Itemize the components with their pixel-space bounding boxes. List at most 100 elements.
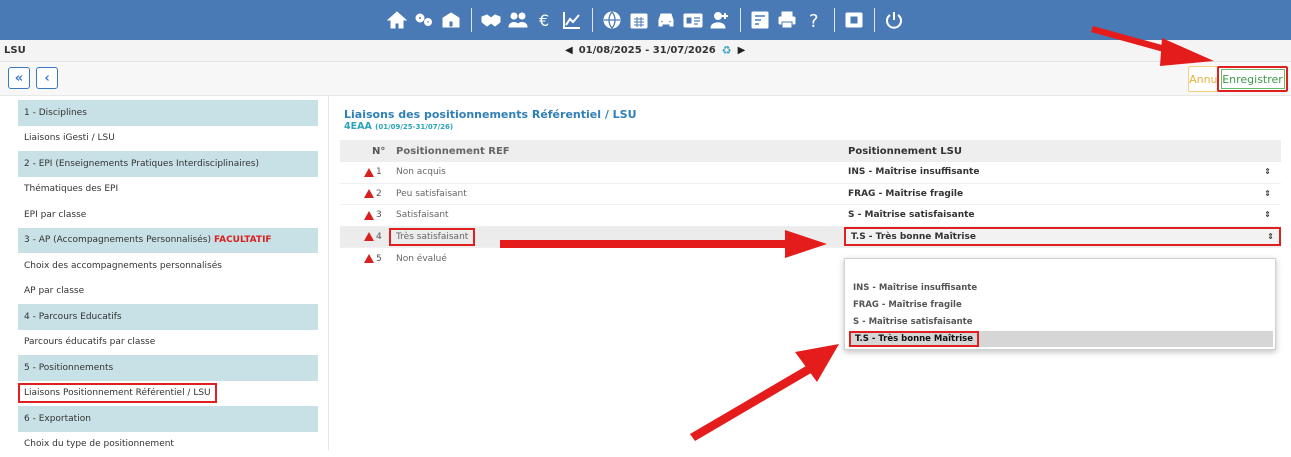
table-header: N° Positionnement REF Positionnement LSU bbox=[340, 140, 1281, 162]
ref-positionnement: Non évalué bbox=[396, 254, 848, 264]
lsu-select-value: INS - Maîtrise insuffisante bbox=[848, 167, 979, 177]
dropdown-option[interactable]: INS - Maîtrise insuffisante bbox=[853, 283, 977, 293]
lsu-select[interactable]: S - Maîtrise satisfaisante ⇕ bbox=[848, 210, 1281, 220]
sidebar-section-parcours[interactable]: 4 - Parcours Educatifs bbox=[18, 304, 318, 330]
topbar-group-people: € bbox=[478, 6, 586, 34]
save-button[interactable]: Enregistrer bbox=[1217, 66, 1288, 92]
fullscreen-icon[interactable] bbox=[841, 6, 868, 34]
euro-icon[interactable]: € bbox=[532, 6, 559, 34]
warning-icon bbox=[364, 168, 374, 177]
cogs-icon[interactable] bbox=[411, 6, 438, 34]
topbar-group-tools: ? bbox=[747, 6, 828, 34]
row-number: 5 bbox=[376, 254, 382, 264]
page-title: Liaisons des positionnements Référentiel… bbox=[344, 108, 637, 121]
column-header-num: N° bbox=[340, 146, 396, 157]
row-number: 1 bbox=[376, 167, 382, 177]
ref-positionnement: Très satisfaisant bbox=[389, 228, 475, 246]
row-number: 4 bbox=[376, 232, 382, 242]
dropdown-option[interactable]: S - Maîtrise satisfaisante bbox=[853, 317, 972, 327]
sidebar-section-epi[interactable]: 2 - EPI (Enseignements Pratiques Interdi… bbox=[18, 151, 318, 177]
topbar-group-general bbox=[384, 6, 465, 34]
topbar-separator bbox=[740, 8, 741, 32]
select-arrows-icon: ⇕ bbox=[1264, 167, 1271, 177]
car-icon[interactable] bbox=[653, 6, 680, 34]
lsu-select[interactable]: T.S - Très bonne Maîtrise ⇕ bbox=[844, 227, 1281, 246]
lsu-select-value: T.S - Très bonne Maîtrise bbox=[851, 232, 976, 242]
id-card-icon[interactable] bbox=[680, 6, 707, 34]
top-navigation-bar: € ? bbox=[0, 0, 1291, 40]
class-dates: (01/09/25-31/07/26) bbox=[375, 123, 453, 131]
class-code: 4EAA bbox=[344, 121, 372, 132]
sidebar-item-choix-accompagnements[interactable]: Choix des accompagnements personnalisés bbox=[18, 253, 318, 279]
ref-positionnement: Non acquis bbox=[396, 167, 848, 177]
period-selector: ◀ 01/08/2025 - 31/07/2026 ♻ ▶ bbox=[565, 44, 745, 57]
sidebar-section-positionnements[interactable]: 5 - Positionnements bbox=[18, 355, 318, 381]
home-icon[interactable] bbox=[384, 6, 411, 34]
dropdown-option-selected-label: T.S - Très bonne Maîtrise bbox=[849, 331, 979, 347]
triangle-right-icon[interactable]: ▶ bbox=[738, 45, 746, 56]
row-number: 2 bbox=[376, 189, 382, 199]
topbar-separator bbox=[471, 8, 472, 32]
sidebar-item-liaisons-igesti[interactable]: Liaisons iGesti / LSU bbox=[18, 126, 318, 152]
action-toolbar: « ‹ Annuler Enregistrer bbox=[0, 62, 1291, 96]
svg-text:€: € bbox=[539, 11, 549, 30]
handshake-icon[interactable] bbox=[478, 6, 505, 34]
info-bar: LSU ◀ 01/08/2025 - 31/07/2026 ♻ ▶ bbox=[0, 40, 1291, 62]
sidebar-menu: 1 - Disciplines Liaisons iGesti / LSU 2 … bbox=[18, 100, 318, 457]
triangle-left-icon[interactable]: ◀ bbox=[565, 45, 573, 56]
warning-icon bbox=[364, 232, 374, 241]
sidebar-divider bbox=[328, 96, 329, 450]
lsu-select-value: S - Maîtrise satisfaisante bbox=[848, 210, 975, 220]
select-arrows-icon: ⇕ bbox=[1267, 232, 1274, 241]
warning-icon bbox=[364, 254, 374, 263]
table-row: 1 Non acquis INS - Maîtrise insuffisante… bbox=[340, 162, 1281, 184]
period-label[interactable]: 01/08/2025 - 31/07/2026 bbox=[579, 45, 716, 56]
ref-positionnement: Peu satisfaisant bbox=[396, 189, 848, 199]
topbar-separator bbox=[834, 8, 835, 32]
sidebar-item-thematiques-epi[interactable]: Thématiques des EPI bbox=[18, 177, 318, 203]
topbar-separator bbox=[592, 8, 593, 32]
app-title: LSU bbox=[4, 45, 26, 56]
lsu-dropdown-list: INS - Maîtrise insuffisante FRAG - Maîtr… bbox=[844, 258, 1276, 350]
column-header-lsu: Positionnement LSU bbox=[848, 146, 1281, 157]
back-button[interactable]: ‹ bbox=[36, 67, 58, 89]
row-number: 3 bbox=[376, 210, 382, 220]
lsu-select[interactable]: INS - Maîtrise insuffisante ⇕ bbox=[848, 167, 1281, 177]
refresh-icon[interactable]: ♻ bbox=[722, 44, 732, 57]
topbar-group-view bbox=[841, 6, 868, 34]
table-row: 3 Satisfaisant S - Maîtrise satisfaisant… bbox=[340, 205, 1281, 227]
first-page-button[interactable]: « bbox=[8, 67, 30, 89]
help-icon[interactable]: ? bbox=[801, 6, 828, 34]
select-arrows-icon: ⇕ bbox=[1264, 210, 1271, 220]
power-icon[interactable] bbox=[881, 6, 908, 34]
positionnements-table: N° Positionnement REF Positionnement LSU… bbox=[340, 140, 1281, 270]
sidebar-section-ap[interactable]: 3 - AP (Accompagnements Personnalisés)FA… bbox=[18, 228, 318, 254]
arrow-to-option-icon bbox=[690, 344, 839, 441]
sidebar-item-epi-par-classe[interactable]: EPI par classe bbox=[18, 202, 318, 228]
sidebar-item-choix-type-positionnement[interactable]: Choix du type de positionnement bbox=[18, 432, 318, 457]
table-row: 4 Très satisfaisant T.S - Très bonne Maî… bbox=[340, 227, 1281, 249]
sidebar-item-parcours-par-classe[interactable]: Parcours éducatifs par classe bbox=[18, 330, 318, 356]
lsu-select-value: FRAG - Maîtrise fragile bbox=[848, 189, 963, 199]
ref-positionnement: Satisfaisant bbox=[396, 210, 848, 220]
dropdown-option-selected[interactable]: T.S - Très bonne Maîtrise bbox=[849, 331, 1273, 347]
sidebar-section-disciplines[interactable]: 1 - Disciplines bbox=[18, 100, 318, 126]
sidebar-section-exportation[interactable]: 6 - Exportation bbox=[18, 406, 318, 432]
school-icon[interactable] bbox=[438, 6, 465, 34]
report-icon[interactable] bbox=[747, 6, 774, 34]
print-icon[interactable] bbox=[774, 6, 801, 34]
user-add-icon[interactable] bbox=[707, 6, 734, 34]
dropdown-option[interactable]: FRAG - Maîtrise fragile bbox=[853, 300, 962, 310]
topbar-separator bbox=[874, 8, 875, 32]
warning-icon bbox=[364, 189, 374, 198]
lsu-select[interactable]: FRAG - Maîtrise fragile⇕ bbox=[848, 189, 1281, 199]
class-subtitle: 4EAA (01/09/25-31/07/26) bbox=[344, 121, 453, 132]
sidebar-item-ap-par-classe[interactable]: AP par classe bbox=[18, 279, 318, 305]
sidebar-item-liaisons-positionnement[interactable]: Liaisons Positionnement Référentiel / LS… bbox=[18, 381, 318, 407]
users-icon[interactable] bbox=[505, 6, 532, 34]
column-header-ref: Positionnement REF bbox=[396, 146, 848, 157]
table-row: 2 Peu satisfaisant FRAG - Maîtrise fragi… bbox=[340, 184, 1281, 206]
chart-line-icon[interactable] bbox=[559, 6, 586, 34]
calendar-icon[interactable] bbox=[626, 6, 653, 34]
globe-icon[interactable] bbox=[599, 6, 626, 34]
